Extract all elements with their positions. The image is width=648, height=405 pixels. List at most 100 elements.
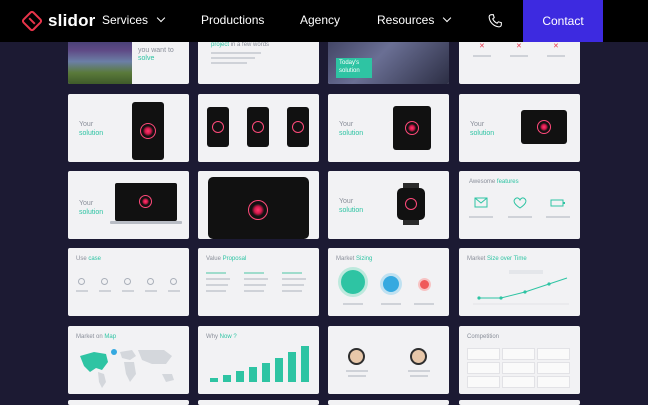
slide-thumbnail[interactable]: Competition — [459, 326, 580, 394]
slide-thumbnail[interactable]: Awesome features — [459, 171, 580, 239]
world-map — [80, 349, 174, 388]
ring-icon — [405, 198, 417, 210]
text-line — [410, 375, 428, 377]
text-line — [206, 290, 226, 292]
table-cell — [502, 376, 535, 388]
nav-item-services[interactable]: Services — [102, 13, 166, 27]
text-line — [76, 290, 88, 292]
slide-text: Your — [470, 121, 485, 128]
slide-thumbnail[interactable]: Your solution — [459, 94, 580, 162]
text-line — [381, 303, 401, 305]
contact-button[interactable]: Contact — [523, 0, 603, 42]
slide-thumbnail[interactable] — [68, 400, 189, 405]
top-navigation: slidor Services Productions Agency Resou… — [0, 0, 648, 42]
text-line — [168, 290, 180, 292]
slide-thumbnail[interactable]: Your solution — [68, 171, 189, 239]
text-line — [346, 370, 368, 372]
chevron-down-icon — [443, 13, 452, 23]
slide-thumbnail[interactable]: Value Proposal — [198, 248, 319, 316]
step-circle — [78, 278, 85, 285]
laptop-base — [110, 221, 182, 224]
slide-thumbnail[interactable]: Use case — [68, 248, 189, 316]
slide-title: Why Now ? — [206, 334, 237, 340]
nav-item-productions-label: Productions — [201, 13, 265, 27]
text-line — [211, 52, 261, 54]
slide-thumbnail[interactable] — [328, 400, 449, 405]
table-cell — [502, 362, 535, 374]
market-circle-small — [418, 278, 431, 291]
slide-thumbnail[interactable] — [198, 94, 319, 162]
table-cell — [467, 376, 500, 388]
chart-bar — [262, 363, 270, 382]
ring-icon — [252, 121, 264, 133]
chart-bar — [249, 367, 257, 382]
text-line — [99, 290, 111, 292]
slide-title: Market on Map — [76, 334, 117, 340]
text-line — [414, 303, 434, 305]
slide-thumbnail[interactable] — [328, 326, 449, 394]
slide-thumbnail[interactable]: Why Now ? — [198, 326, 319, 394]
nav-item-resources[interactable]: Resources — [377, 13, 452, 27]
slide-text-accent: solution — [339, 207, 364, 214]
text-line — [343, 303, 363, 305]
dot-icon — [252, 204, 264, 216]
slide-text: Your — [339, 121, 354, 128]
slide-thumbnail[interactable] — [198, 171, 319, 239]
slide-text: project in a few words — [211, 42, 270, 48]
slide-title: Awesome features — [469, 179, 519, 185]
nav-item-services-label: Services — [102, 13, 149, 27]
phone-icon[interactable] — [487, 13, 503, 29]
table-cell — [467, 348, 500, 360]
nav-item-resources-label: Resources — [377, 13, 435, 27]
slide-thumbnail[interactable] — [198, 400, 319, 405]
slide-thumbnail[interactable]: Your solution — [328, 171, 449, 239]
slide-thumbnail[interactable]: Market Size over Time — [459, 248, 580, 316]
slide-thumbnail[interactable]: Market Sizing — [328, 248, 449, 316]
slide-thumbnail[interactable]: Market on Map — [68, 326, 189, 394]
dot-icon — [143, 126, 153, 136]
slide-thumbnail[interactable]: Your solution — [68, 94, 189, 162]
chart-bar — [275, 358, 283, 382]
text-line — [145, 290, 157, 292]
text-line — [473, 55, 491, 57]
market-circle-medium — [380, 273, 402, 295]
nav-item-productions[interactable]: Productions — [201, 13, 264, 27]
text-line — [211, 57, 255, 59]
slide-thumbnail[interactable]: Your solution — [328, 94, 449, 162]
slide-text: Today's solution — [339, 60, 360, 74]
text-line — [508, 216, 532, 218]
table-cell — [537, 376, 570, 388]
table-cell — [467, 362, 500, 374]
chart-bar — [210, 378, 218, 382]
avatar — [410, 348, 427, 365]
market-circle-large — [338, 267, 368, 297]
nav-item-agency[interactable]: Agency — [300, 13, 340, 27]
slide-title: Market Size over Time — [467, 256, 527, 262]
dot-icon — [540, 123, 548, 131]
dot-icon — [142, 198, 149, 205]
text-line — [282, 290, 302, 292]
heart-icon — [513, 197, 527, 209]
nav-item-agency-label: Agency — [300, 13, 341, 27]
text-line — [244, 290, 264, 292]
slide-text: Your — [79, 121, 94, 128]
slidor-logo[interactable]: slidor — [20, 9, 96, 33]
text-line — [547, 55, 565, 57]
slide-text-accent: solution — [79, 209, 104, 216]
ring-icon — [212, 121, 224, 133]
chart-bar — [301, 346, 309, 382]
slide-title: Competition — [467, 334, 500, 340]
slide-title: Market Sizing — [336, 256, 373, 262]
text-line — [206, 272, 226, 274]
text-line — [348, 375, 366, 377]
slide-thumbnail[interactable] — [459, 400, 580, 405]
slide-title: Use case — [76, 256, 102, 262]
logo-mark-icon — [20, 9, 44, 33]
step-circle — [124, 278, 131, 285]
slide-text: Your — [79, 200, 94, 207]
text-line — [206, 278, 230, 280]
text-line — [206, 284, 228, 286]
line-chart — [473, 270, 569, 305]
table-cell — [537, 348, 570, 360]
chart-bar — [288, 352, 296, 382]
